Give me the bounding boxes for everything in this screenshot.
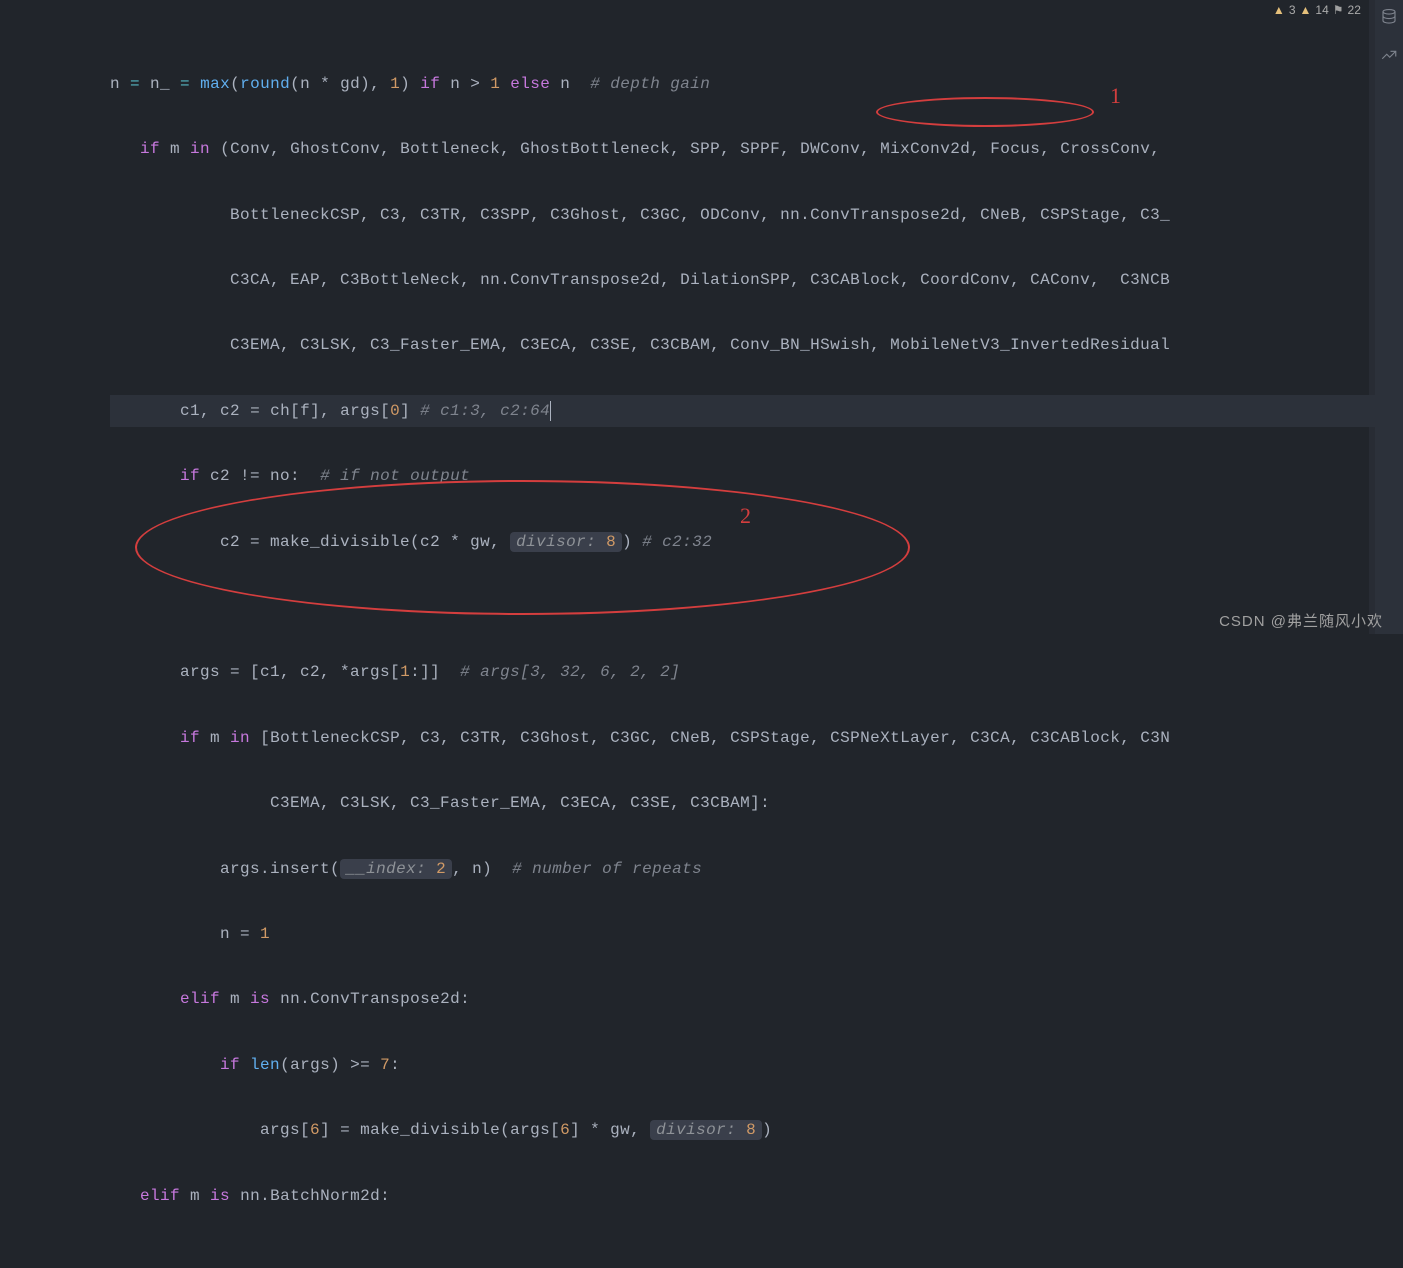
- code-line: C3EMA, C3LSK, C3_Faster_EMA, C3ECA, C3SE…: [110, 329, 1403, 362]
- code-line: c2 = make_divisible(c2 * gw, divisor: 8)…: [110, 526, 1403, 559]
- code-line: if m in [BottleneckCSP, C3, C3TR, C3Ghos…: [110, 722, 1403, 755]
- code-line: if m in (Conv, GhostConv, Bottleneck, Gh…: [110, 133, 1403, 166]
- code-line: elif m is nn.ConvTranspose2d:: [110, 983, 1403, 1016]
- inline-hint: divisor: 8: [650, 1120, 762, 1140]
- code-line: args = [c1, c2, *args[1:]] # args[3, 32,…: [110, 656, 1403, 689]
- code-line: C3CA, EAP, C3BottleNeck, nn.ConvTranspos…: [110, 264, 1403, 297]
- text-cursor: [550, 401, 551, 421]
- watermark: CSDN @弗兰随风小欢: [1219, 610, 1383, 631]
- editor-wrap: ▲3 ▲14 ⚑22 ⌃ ⌄ n = n_ = max(round(n * gd…: [0, 0, 1403, 634]
- code-line: BottleneckCSP, C3, C3TR, C3SPP, C3Ghost,…: [110, 199, 1403, 232]
- code-line: args[6] = make_divisible(args[6] * gw, d…: [110, 1114, 1403, 1147]
- code-line-active: c1, c2 = ch[f], args[0] # c1:3, c2:64: [110, 395, 1403, 428]
- code-line: n = n_ = max(round(n * gd), 1) if n > 1 …: [110, 68, 1403, 101]
- inline-hint: divisor: 8: [510, 532, 622, 552]
- code-line: elif m is nn.BatchNorm2d:: [110, 1180, 1403, 1213]
- code-line: if c2 != no: # if not output: [110, 460, 1403, 493]
- code-line: [110, 591, 1403, 624]
- code-line: C3EMA, C3LSK, C3_Faster_EMA, C3ECA, C3SE…: [110, 787, 1403, 820]
- code-line: if len(args) >= 7:: [110, 1049, 1403, 1082]
- code-line: args.insert(__index: 2, n) # number of r…: [110, 853, 1403, 886]
- code-line: n = 1: [110, 918, 1403, 951]
- code-editor[interactable]: n = n_ = max(round(n * gd), 1) if n > 1 …: [0, 0, 1403, 1268]
- inline-hint: __index: 2: [340, 859, 452, 879]
